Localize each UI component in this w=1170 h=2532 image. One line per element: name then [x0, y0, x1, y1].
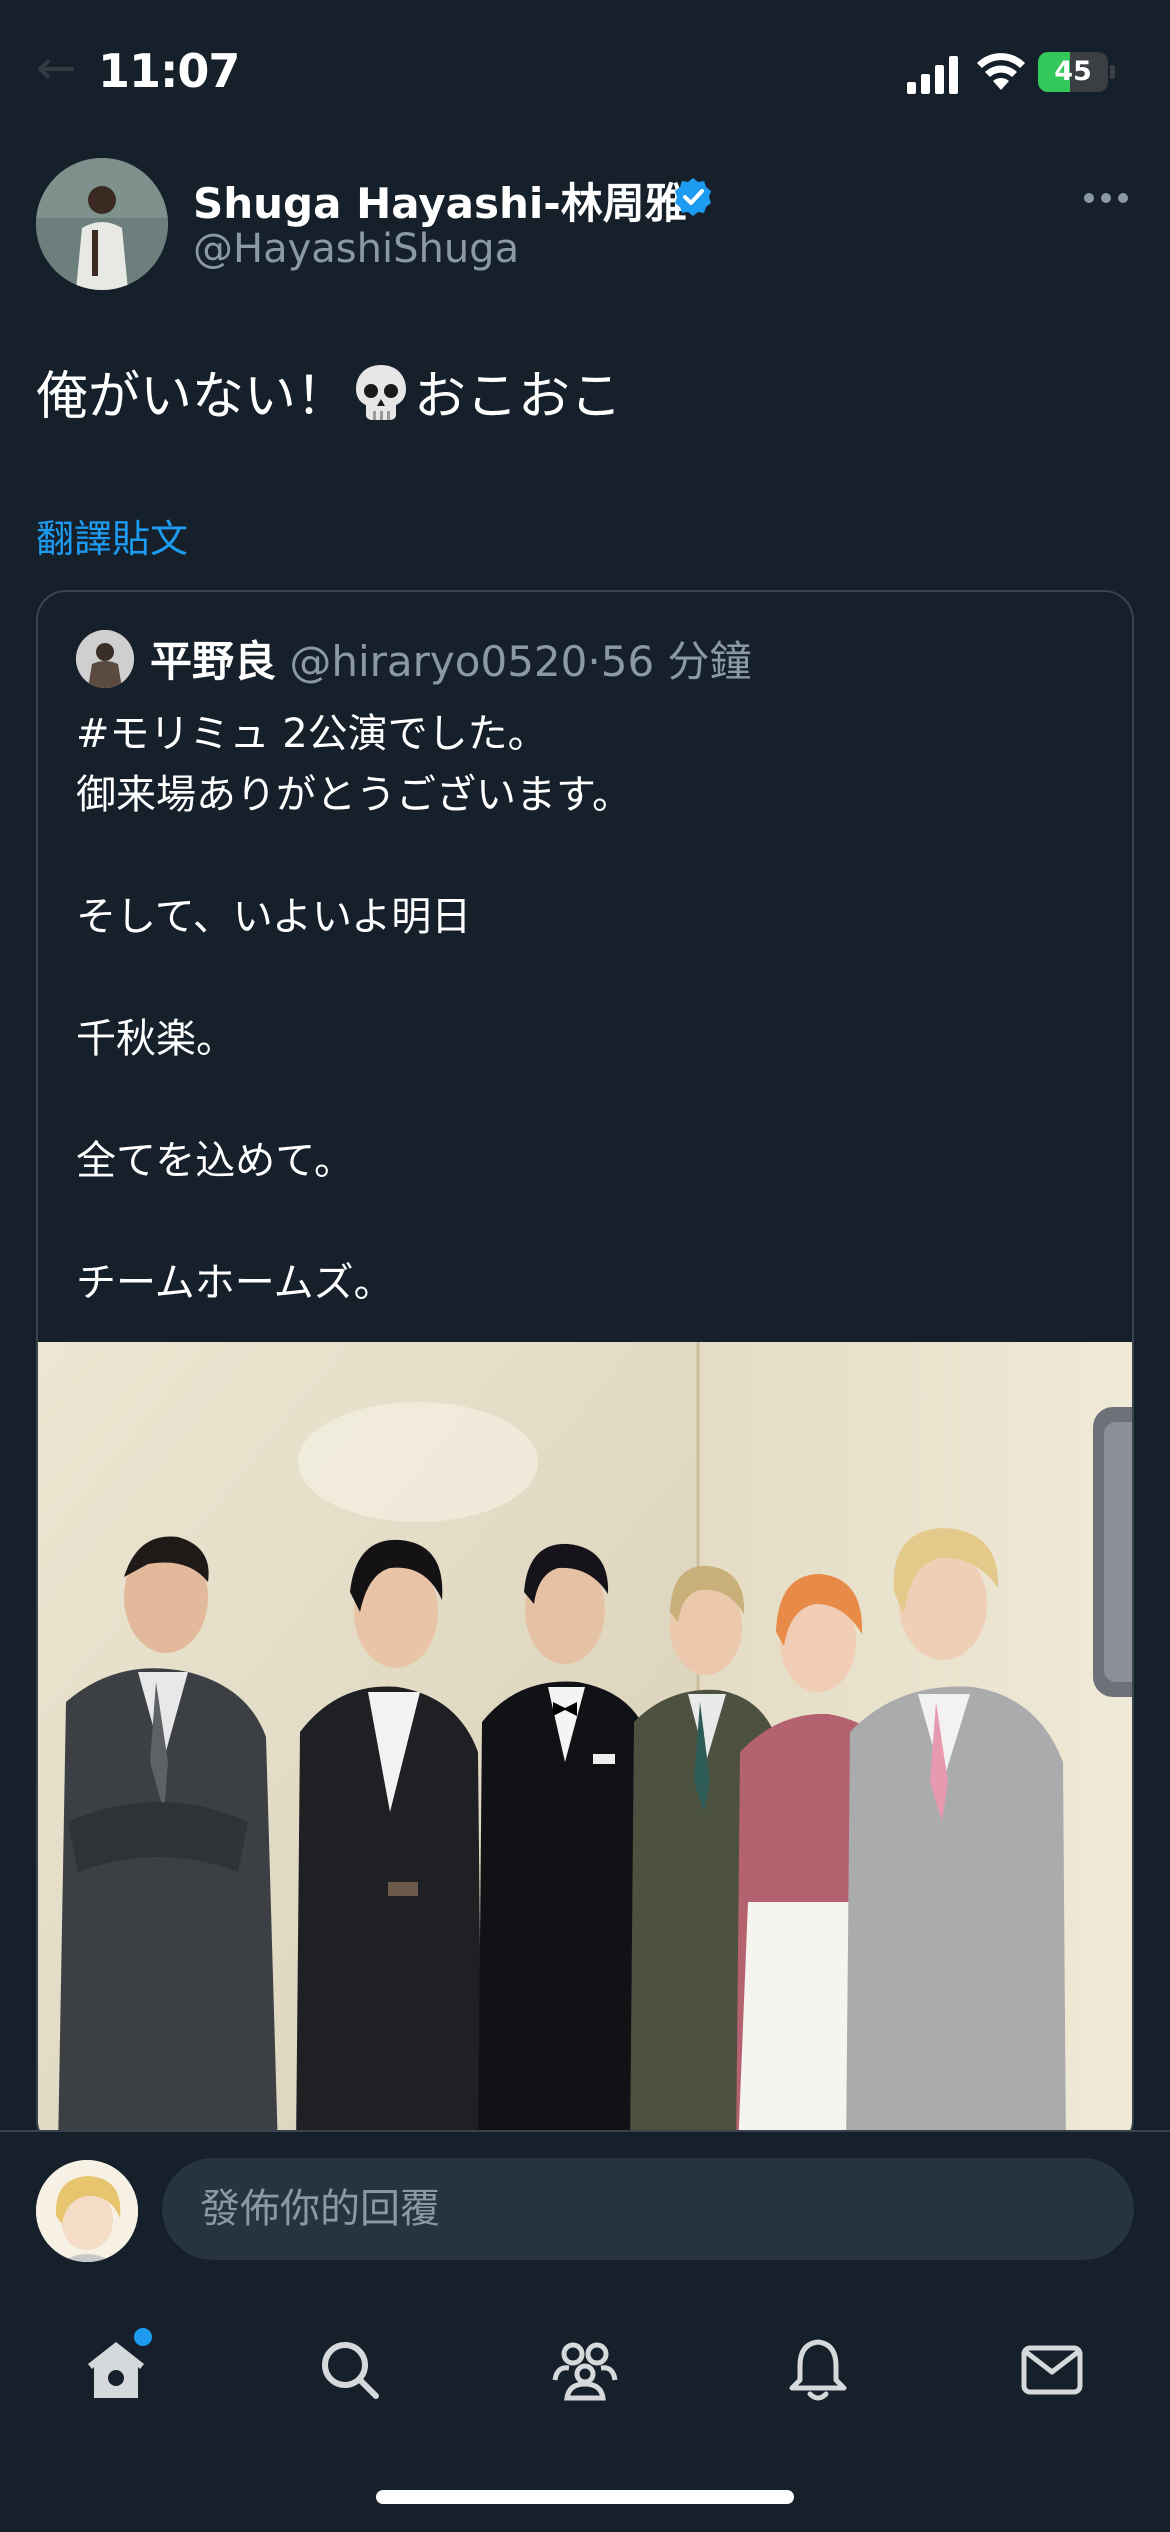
- my-avatar[interactable]: [36, 2160, 138, 2262]
- quoted-tweet-text: #モリミュ 2公演でした。 御来場ありがとうございます。 そして、いよいよ明日 …: [76, 704, 632, 1314]
- notifications-icon: [789, 2339, 847, 2401]
- quoted-separator: ·: [587, 637, 601, 686]
- home-notification-dot: [134, 2328, 152, 2346]
- home-icon: [88, 2342, 144, 2398]
- communities-icon: [552, 2342, 618, 2401]
- quoted-line: [76, 948, 632, 1009]
- quoted-line: 全てを込めて。: [76, 1138, 354, 1184]
- quoted-author-handle[interactable]: @hiraryo0520: [289, 637, 587, 686]
- home-indicator[interactable]: [376, 2490, 794, 2504]
- battery-indicator: 45: [1038, 52, 1115, 92]
- quoted-author-avatar[interactable]: [76, 630, 134, 688]
- reply-bar: [0, 2130, 1170, 2274]
- quoted-tweet-header: 平野良 @hiraryo0520·56 分鐘: [150, 628, 752, 689]
- author-avatar[interactable]: [36, 158, 168, 290]
- tab-notifications[interactable]: [758, 2310, 878, 2430]
- tweet-text-part: 俺がいない！: [36, 367, 349, 427]
- reply-input[interactable]: [162, 2158, 1134, 2260]
- tab-search[interactable]: [290, 2310, 410, 2430]
- tweet-text-part: おこおこ: [414, 367, 623, 427]
- quoted-tweet-photo[interactable]: [38, 1342, 1132, 2148]
- quoted-line: [76, 1070, 632, 1131]
- battery-level: 45: [1054, 56, 1092, 87]
- tab-communities[interactable]: [525, 2310, 645, 2430]
- quoted-line: 千秋楽。: [76, 1016, 236, 1062]
- more-options-icon[interactable]: [1082, 184, 1130, 212]
- status-time: 11:07: [98, 44, 240, 98]
- quoted-line: [76, 826, 632, 887]
- author-username[interactable]: @HayashiShuga: [193, 226, 519, 272]
- quoted-line: 御来場ありがとうございます。: [76, 772, 632, 818]
- search-icon: [322, 2342, 379, 2399]
- translate-post-link[interactable]: 翻譯貼文: [36, 508, 188, 563]
- status-bar: ← 11:07 45: [0, 0, 1170, 150]
- author-display-name[interactable]: Shuga Hayashi-林周雅: [193, 170, 687, 231]
- quoted-author-name[interactable]: 平野良: [150, 637, 276, 686]
- verified-badge-icon: [675, 178, 711, 216]
- skull-icon: [356, 365, 407, 420]
- tweet-text: 俺がいない！ おこおこ: [36, 362, 622, 431]
- back-arrow-icon[interactable]: ←: [36, 40, 76, 96]
- quoted-line: チームホームズ。: [76, 1260, 394, 1306]
- quoted-line: [76, 1192, 632, 1253]
- messages-icon: [1021, 2345, 1083, 2395]
- tab-messages[interactable]: [992, 2310, 1112, 2430]
- quoted-line: そして、いよいよ明日: [76, 894, 472, 940]
- cellular-signal-icon: [907, 56, 958, 94]
- tab-home[interactable]: [56, 2310, 176, 2430]
- wifi-icon: [977, 53, 1025, 90]
- quoted-line: #モリミュ 2公演でした。: [76, 711, 548, 757]
- quoted-tweet-card[interactable]: 平野良 @hiraryo0520·56 分鐘 #モリミュ 2公演でした。 御来場…: [36, 590, 1134, 2150]
- quoted-timestamp: 56 分鐘: [600, 637, 752, 686]
